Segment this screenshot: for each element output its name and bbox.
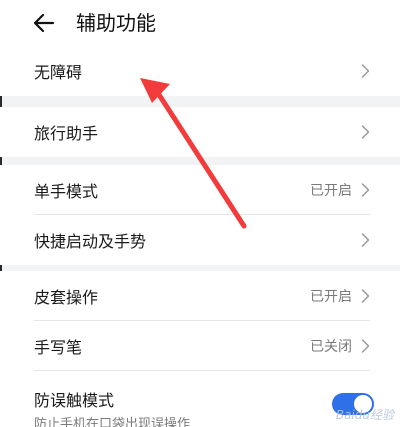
status-text: 已关闭	[310, 339, 352, 355]
settings-group-travel: 旅行助手	[0, 107, 400, 157]
row-accessibility[interactable]: 无障碍	[0, 46, 400, 96]
status-text: 已开启	[310, 183, 352, 199]
chevron-right-icon	[361, 339, 370, 354]
settings-group-gestures: 单手模式 已开启 快捷启动及手势	[0, 165, 400, 265]
settings-group-accessibility: 无障碍	[0, 46, 400, 96]
row-label: 无障碍	[34, 63, 83, 82]
app-header: 辅助功能	[0, 0, 400, 46]
settings-group-accessories: 皮套操作 已开启 手写笔 已关闭 防误触模式 防止手机在口袋出现误操作	[0, 271, 400, 427]
chevron-right-icon	[361, 64, 370, 79]
page-title: 辅助功能	[76, 11, 156, 35]
watermark: Baidu经验	[335, 408, 394, 422]
row-travel-assistant[interactable]: 旅行助手	[0, 107, 400, 157]
chevron-right-icon	[361, 289, 370, 304]
settings-screen: 辅助功能 无障碍 旅行助手 单手模式 已开启 快捷启动及手势 皮套操作 已开启 …	[0, 0, 400, 427]
row-label: 旅行助手	[34, 124, 99, 143]
back-button[interactable]	[30, 9, 58, 37]
row-cover-operation[interactable]: 皮套操作 已开启	[0, 271, 400, 321]
row-label: 快捷启动及手势	[34, 232, 147, 251]
row-shortcuts-gestures[interactable]: 快捷启动及手势	[0, 215, 400, 265]
row-label: 皮套操作	[34, 288, 99, 307]
row-label: 防误触模式	[34, 391, 115, 410]
row-label: 单手模式	[34, 182, 99, 201]
status-text: 已开启	[310, 289, 352, 305]
row-stylus[interactable]: 手写笔 已关闭	[0, 321, 400, 371]
chevron-right-icon	[361, 183, 370, 198]
row-sublabel: 防止手机在口袋出现误操作	[34, 417, 191, 427]
chevron-right-icon	[361, 125, 370, 140]
row-label: 手写笔	[34, 338, 83, 357]
chevron-right-icon	[361, 233, 370, 248]
row-one-handed-mode[interactable]: 单手模式 已开启	[0, 165, 400, 215]
arrow-left-icon	[33, 13, 55, 33]
